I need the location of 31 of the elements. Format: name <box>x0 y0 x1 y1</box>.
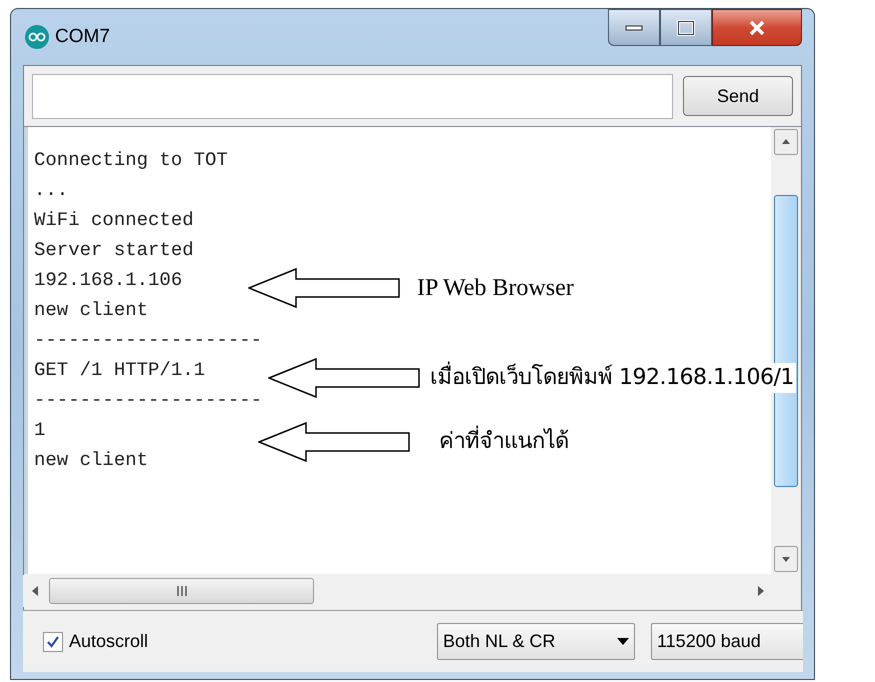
serial-output-line: WiFi connected <box>34 208 194 233</box>
infinity-logo-icon <box>25 25 49 49</box>
serial-output-line: -------------------- <box>34 328 262 353</box>
scroll-left-arrow-icon <box>31 586 39 596</box>
grip-icon <box>176 586 188 596</box>
send-button[interactable]: Send <box>683 76 793 116</box>
serial-output-line: GET /1 HTTP/1.1 <box>34 358 206 383</box>
window-title: COM7 <box>55 24 110 49</box>
serial-output-line: new client <box>34 448 148 473</box>
maximize-icon <box>677 20 695 36</box>
serial-output-line: 192.168.1.106 <box>34 268 182 293</box>
dropdown-caret-icon <box>617 638 629 645</box>
scroll-right-arrow-icon <box>757 586 765 596</box>
minimize-button[interactable] <box>608 9 660 46</box>
serial-output-line: Connecting to TOT <box>34 148 228 173</box>
baud-rate-dropdown[interactable]: 115200 baud <box>651 623 803 660</box>
close-icon <box>748 20 766 36</box>
close-button[interactable] <box>712 9 802 46</box>
serial-output-line: Server started <box>34 238 194 263</box>
scrollbar-thumb[interactable] <box>49 578 314 604</box>
serial-output-line: -------------------- <box>34 388 262 413</box>
line-ending-dropdown[interactable]: Both NL & CR <box>437 623 635 660</box>
serial-output-line: 1 <box>34 418 46 443</box>
autoscroll-checkbox[interactable] <box>43 632 63 652</box>
serial-output-line: ... <box>34 178 68 203</box>
message-input-field[interactable] <box>32 74 673 118</box>
checkmark-icon <box>46 634 60 648</box>
serial-output-line: new client <box>34 298 148 323</box>
minimize-icon <box>625 24 643 30</box>
maximize-button[interactable] <box>660 9 712 46</box>
autoscroll-label: Autoscroll <box>69 630 148 653</box>
